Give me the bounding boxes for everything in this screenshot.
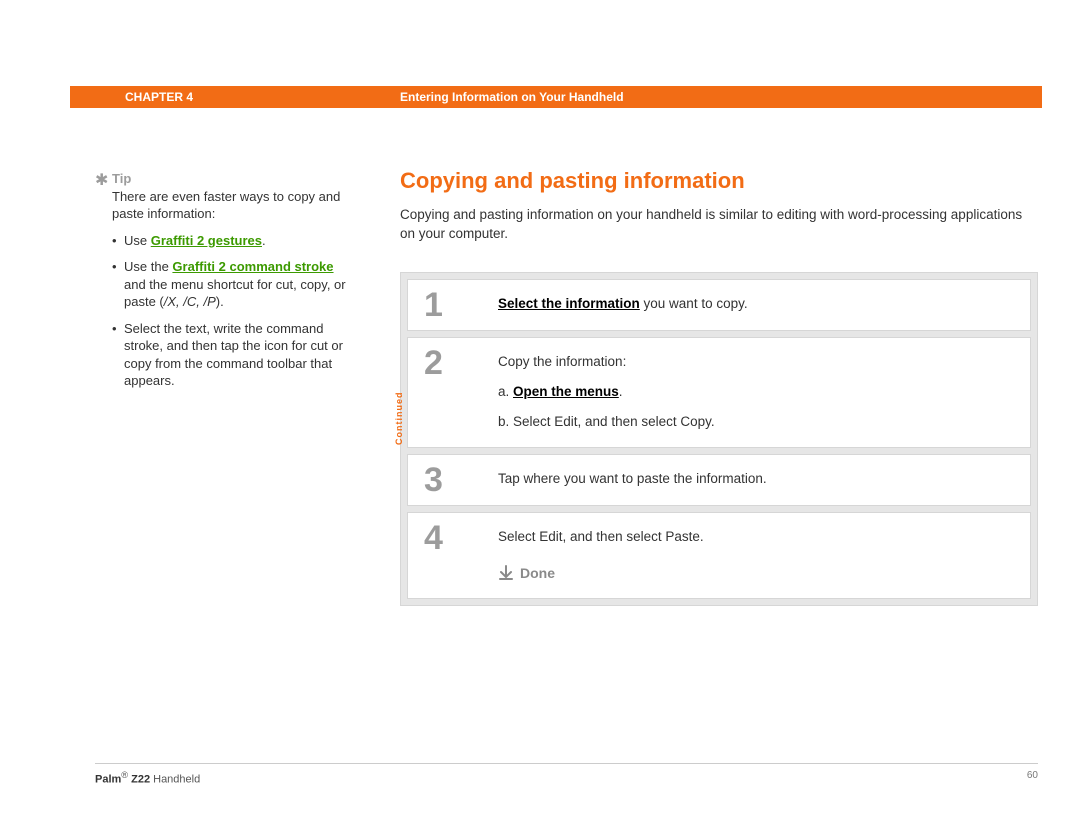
page-footer: Palm® Z22 Handheld 60	[95, 763, 1038, 786]
step-lead: Copy the information:	[498, 352, 1012, 372]
continued-marker: Continued	[395, 391, 404, 445]
step-number: 4	[408, 513, 488, 598]
done-indicator: Done	[498, 563, 1012, 584]
graffiti-gestures-link[interactable]: Graffiti 2 gestures	[151, 233, 262, 248]
section-title: Copying and pasting information	[400, 168, 1038, 194]
step-text: Select Edit, and then select Paste.	[498, 527, 1012, 547]
product-name: Palm® Z22 Handheld	[95, 770, 200, 786]
page-number: 60	[1027, 770, 1038, 786]
step-2: 2 Continued Copy the information: a. Ope…	[407, 337, 1031, 448]
step-content: Tap where you want to paste the informat…	[488, 455, 1030, 505]
done-label: Done	[520, 563, 555, 584]
step-4: 4 Select Edit, and then select Paste. Do…	[407, 512, 1031, 599]
tip-sidebar: ✱ Tip There are even faster ways to copy…	[112, 170, 357, 399]
tip-star-icon: ✱	[95, 170, 108, 192]
step-content: Copy the information: a. Open the menus.…	[488, 338, 1030, 447]
step-number: 2 Continued	[408, 338, 488, 447]
chapter-header: CHAPTER 4 Entering Information on Your H…	[70, 86, 1042, 108]
open-menus-link[interactable]: Open the menus	[513, 384, 619, 399]
chapter-title: Entering Information on Your Handheld	[400, 90, 624, 104]
graffiti-command-stroke-link[interactable]: Graffiti 2 command stroke	[172, 259, 333, 274]
step-1: 1 Select the information you want to cop…	[407, 279, 1031, 331]
tip-label: Tip	[112, 171, 131, 186]
substep-a: a. Open the menus.	[498, 382, 1012, 402]
section-intro: Copying and pasting information on your …	[400, 206, 1038, 244]
tip-bullet-3: Select the text, write the command strok…	[112, 320, 357, 390]
step-number: 1	[408, 280, 488, 330]
step-content: Select Edit, and then select Paste. Done	[488, 513, 1030, 598]
tip-bullet-1: Use Graffiti 2 gestures.	[112, 232, 357, 250]
tip-bullet-2: Use the Graffiti 2 command stroke and th…	[112, 258, 357, 311]
step-number: 3	[408, 455, 488, 505]
steps-box: 1 Select the information you want to cop…	[400, 272, 1038, 606]
step-content: Select the information you want to copy.	[488, 280, 1030, 330]
chapter-label: CHAPTER 4	[70, 90, 400, 104]
shortcut-keys: /X, /C, /P	[164, 294, 216, 309]
select-information-link[interactable]: Select the information	[498, 296, 640, 311]
main-content: Copying and pasting information Copying …	[400, 168, 1038, 606]
substep-b: b. Select Edit, and then select Copy.	[498, 412, 1012, 432]
done-arrow-icon	[498, 565, 514, 581]
step-3: 3 Tap where you want to paste the inform…	[407, 454, 1031, 506]
tip-intro: There are even faster ways to copy and p…	[112, 189, 340, 222]
